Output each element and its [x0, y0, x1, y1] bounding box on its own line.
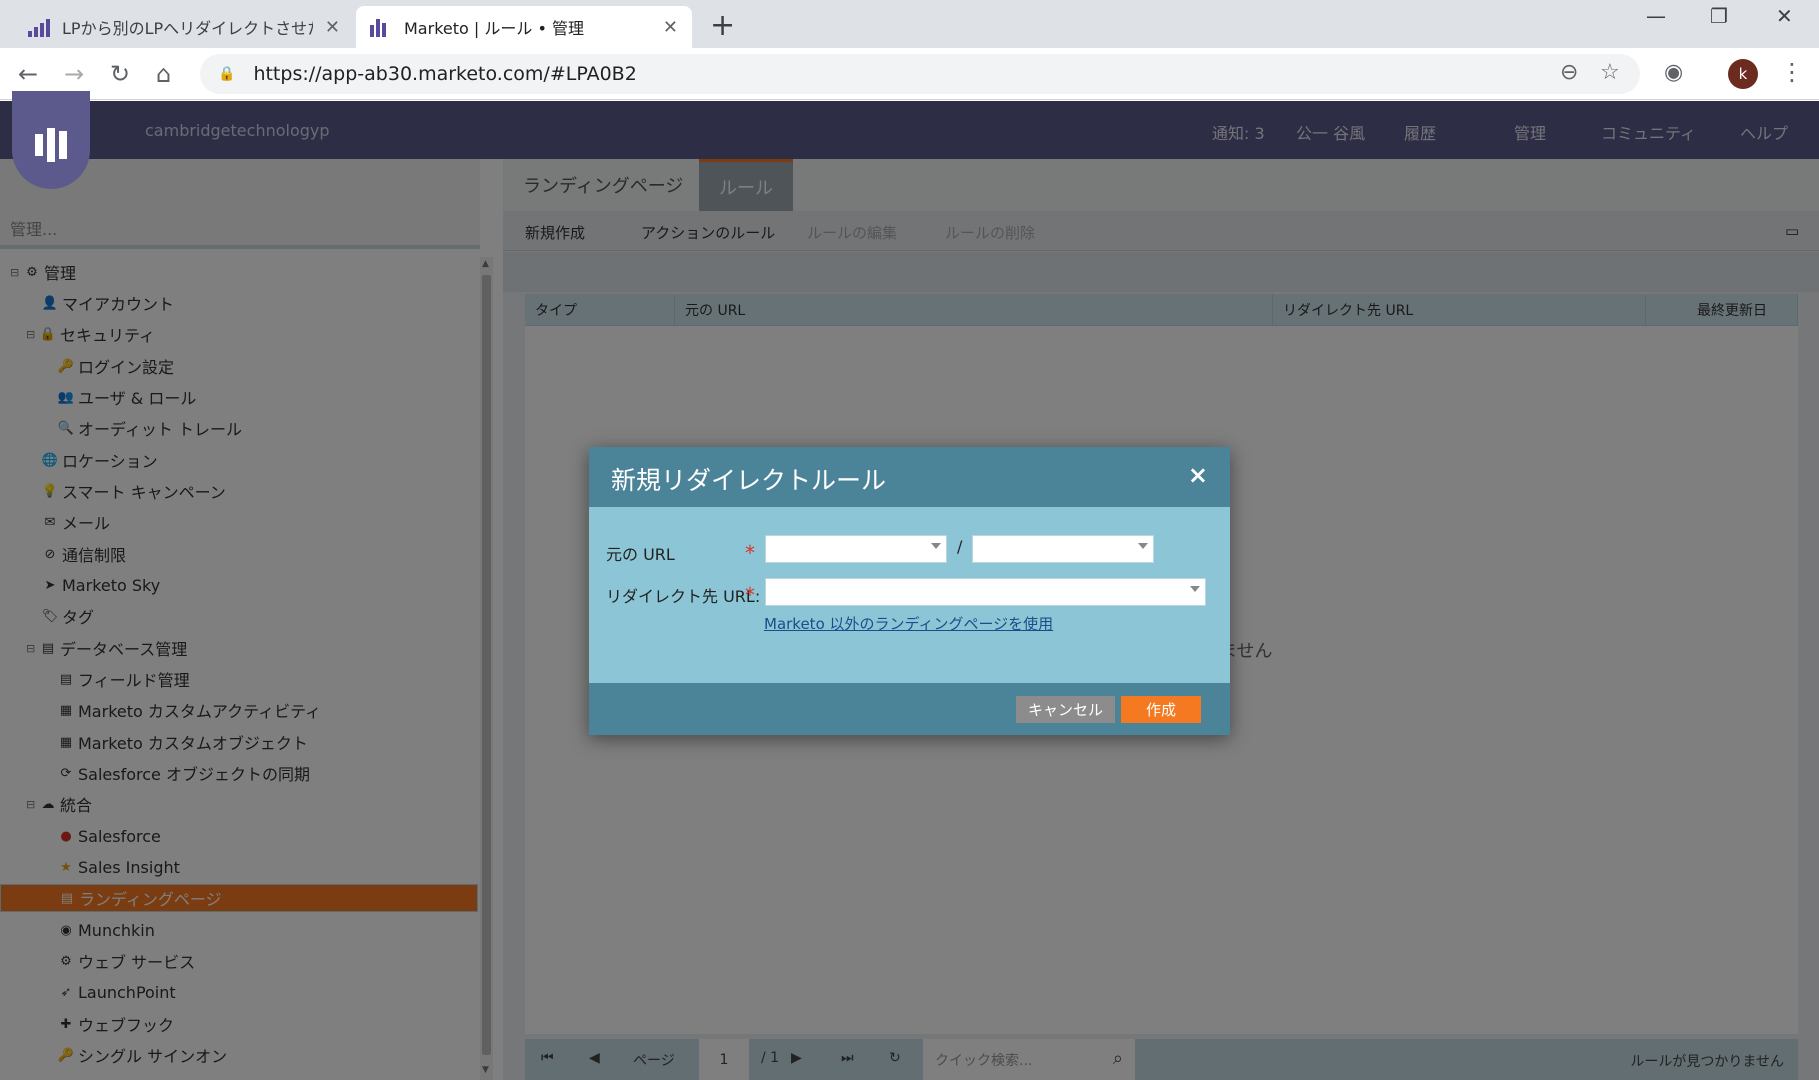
camera-icon[interactable]: ◉: [1664, 60, 1683, 85]
redirect-url-select[interactable]: [765, 578, 1206, 606]
chevron-down-icon: [1138, 543, 1148, 549]
redirect-url-label: リダイレクト先 URL:: [606, 587, 761, 606]
tab-title: LPから別のLPへリダイレクトさせたい |: [62, 19, 313, 38]
browser-menu-icon[interactable]: ⋮: [1780, 58, 1804, 86]
marketo-logo[interactable]: [12, 91, 90, 189]
zoom-icon[interactable]: ⊖: [1560, 60, 1578, 85]
source-domain-select[interactable]: [765, 535, 947, 563]
window-close-button[interactable]: ✕: [1776, 4, 1793, 28]
omnibox[interactable]: 🔒 https://app-ab30.marketo.com/#LPA0B2 ⊖…: [200, 54, 1640, 94]
restore-button[interactable]: ❐: [1710, 4, 1728, 28]
home-button[interactable]: ⌂: [156, 60, 171, 88]
analytics-icon: [28, 17, 50, 37]
cancel-button[interactable]: キャンセル: [1016, 696, 1115, 723]
new-redirect-rule-dialog: 新規リダイレクトルール × 元の URL * / リダイレクト先 URL: * …: [589, 447, 1230, 735]
url-text: https://app-ab30.marketo.com/#LPA0B2: [253, 63, 637, 85]
dialog-title: 新規リダイレクトルール: [611, 466, 887, 495]
browser-tab-bar: LPから別のLPへリダイレクトさせたい | ✕ Marketo | ルール • …: [0, 0, 1819, 48]
dialog-header: 新規リダイレクトルール ×: [589, 447, 1230, 507]
lock-icon: 🔒: [218, 66, 236, 82]
tab-title: Marketo | ルール • 管理: [404, 19, 584, 38]
close-icon[interactable]: ×: [1188, 461, 1208, 489]
profile-avatar[interactable]: k: [1728, 59, 1758, 89]
marketo-logo-icon: [370, 17, 392, 37]
create-button[interactable]: 作成: [1121, 696, 1201, 723]
source-url-label: 元の URL: [606, 545, 675, 564]
browser-tab-marketo[interactable]: Marketo | ルール • 管理 ✕: [356, 6, 692, 48]
minimize-button[interactable]: —: [1646, 4, 1666, 28]
forward-button[interactable]: →: [64, 60, 84, 88]
chevron-down-icon: [931, 543, 941, 549]
back-button[interactable]: ←: [18, 60, 38, 88]
reload-button[interactable]: ↻: [110, 60, 130, 88]
required-mark: *: [745, 541, 755, 565]
new-tab-button[interactable]: +: [710, 8, 735, 43]
non-marketo-page-link[interactable]: Marketo 以外のランディングページを使用: [764, 613, 1053, 634]
close-tab-icon[interactable]: ✕: [325, 17, 340, 38]
source-page-select[interactable]: [972, 535, 1154, 563]
dialog-footer: キャンセル 作成: [589, 683, 1230, 735]
chevron-down-icon: [1190, 586, 1200, 592]
required-mark: *: [745, 583, 755, 607]
bookmark-star-icon[interactable]: ☆: [1600, 60, 1620, 85]
address-bar-row: ← → ↻ ⌂ 🔒 https://app-ab30.marketo.com/#…: [0, 48, 1819, 100]
close-tab-icon[interactable]: ✕: [663, 17, 678, 38]
url-separator: /: [957, 537, 963, 556]
browser-tab-lp-redirect[interactable]: LPから別のLPへリダイレクトさせたい | ✕: [14, 6, 354, 48]
